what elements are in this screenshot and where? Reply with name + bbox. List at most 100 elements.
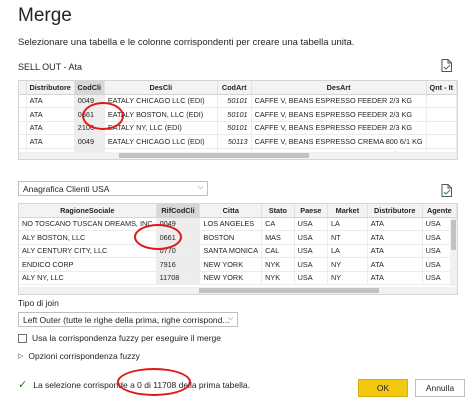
- cell: [426, 94, 457, 108]
- t1-header-descli[interactable]: DesCli: [104, 81, 218, 95]
- t2-header-rifcodcli[interactable]: RifCodCli: [156, 204, 201, 218]
- cell: USA: [294, 244, 328, 258]
- ok-button[interactable]: OK: [358, 379, 408, 397]
- table-row[interactable]: ATA 2106 EATALY NY, LLC (EDI) 50101 CAFF…: [19, 121, 457, 135]
- cell: [426, 107, 457, 122]
- cell: SANTA MONICA: [199, 244, 263, 258]
- cell: ALY NY, LLC: [19, 271, 157, 285]
- cell: CAFFE V, BEANS ESPRESSO FEEDER 2/3 KG: [251, 107, 427, 122]
- fuzzy-options-toggle[interactable]: ▷ Opzioni corrispondenza fuzzy: [18, 351, 140, 361]
- cell: 50101: [217, 121, 252, 135]
- cell: NYK: [261, 271, 295, 285]
- join-type-value: Left Outer (tutte le righe della prima, …: [23, 315, 230, 325]
- scroll-thumb[interactable]: [119, 153, 309, 158]
- cell: USA: [294, 257, 328, 272]
- cell: ATA: [367, 244, 423, 258]
- cell: MAS: [261, 230, 295, 245]
- t2-header-market[interactable]: Market: [327, 204, 368, 218]
- cell: ATA: [26, 94, 75, 108]
- table1: Distributore CodCli DesCli CodArt DesArt…: [19, 81, 457, 159]
- table2-vertical-scrollbar[interactable]: [450, 218, 457, 286]
- cell: BOSTON: [199, 230, 263, 245]
- table-select-dropdown[interactable]: Anagrafica Clienti USA ⌵: [18, 181, 208, 196]
- cell: NO TOSCANO TUSCAN DREAMS, INC: [19, 217, 157, 231]
- table-row[interactable]: ALY NY, LLC 11708 NEW YORK NYK USA NY AT…: [19, 271, 457, 285]
- match-status: ✓ La selezione corrisponde a 0 di 11708 …: [18, 378, 250, 391]
- cell: ENDICO CORP: [19, 257, 157, 272]
- t1-header-desart[interactable]: DesArt: [251, 81, 427, 95]
- cell: ATA: [367, 257, 423, 272]
- table2-grid[interactable]: RagioneSociale RifCodCli Citta Stato Pae…: [18, 203, 458, 295]
- table-row[interactable]: ATA 0049 EATALY CHICAGO LLC (EDI) 50113 …: [19, 134, 457, 149]
- t1-header-distributore[interactable]: Distributore: [26, 81, 75, 95]
- cell: LA: [327, 244, 368, 258]
- chevron-down-icon: ⌵: [227, 315, 233, 322]
- t2-header-paese[interactable]: Paese: [294, 204, 328, 218]
- cell: LOS ANGELES: [199, 217, 263, 231]
- cell: USA: [294, 230, 328, 245]
- table1-grid[interactable]: Distributore CodCli DesCli CodArt DesArt…: [18, 80, 458, 160]
- scroll-thumb[interactable]: [199, 288, 379, 293]
- cell: LA: [327, 217, 368, 231]
- cell: 2106: [74, 121, 105, 135]
- cancel-button[interactable]: Annulla: [415, 379, 465, 397]
- t1-header-codart[interactable]: CodArt: [217, 81, 252, 95]
- fuzzy-checkbox-label: Usa la corrispondenza fuzzy per eseguire…: [32, 333, 221, 343]
- scroll-thumb[interactable]: [451, 220, 456, 250]
- cell: ALY CENTURY CITY, LLC: [19, 244, 157, 258]
- table-row[interactable]: ATA 0661 EATALY BOSTON, LLC (EDI) 50101 …: [19, 107, 457, 122]
- t2-header-agente[interactable]: Agente: [422, 204, 457, 218]
- cell: EATALY BOSTON, LLC (EDI): [104, 107, 218, 122]
- cell: 7916: [156, 257, 201, 272]
- cell: 50113: [217, 134, 252, 149]
- table2-horizontal-scrollbar[interactable]: [19, 287, 457, 294]
- dialog-title: Merge: [18, 5, 72, 26]
- cell: ALY BOSTON, LLC: [19, 230, 157, 245]
- cell: ATA: [367, 230, 423, 245]
- cell: 0770: [156, 244, 201, 258]
- cell: NYK: [261, 257, 295, 272]
- file-preview-icon[interactable]: [441, 184, 452, 197]
- table-row[interactable]: NO TOSCANO TUSCAN DREAMS, INC 0049 LOS A…: [19, 217, 457, 231]
- cell: 50101: [217, 107, 252, 122]
- fuzzy-checkbox[interactable]: [18, 333, 27, 343]
- fuzzy-checkbox-row[interactable]: Usa la corrispondenza fuzzy per eseguire…: [18, 333, 221, 343]
- cell: 0049: [74, 94, 105, 108]
- table-row[interactable]: ALY CENTURY CITY, LLC 0770 SANTA MONICA …: [19, 244, 457, 258]
- table-row[interactable]: ENDICO CORP 7916 NEW YORK NYK USA NY ATA…: [19, 257, 457, 272]
- cell: NEW YORK: [199, 257, 263, 272]
- table1-horizontal-scrollbar[interactable]: [19, 152, 457, 159]
- t1-header-qnt[interactable]: Qnt - It: [426, 81, 457, 95]
- cell: CA: [261, 217, 295, 231]
- t1-header-0: [19, 81, 27, 95]
- check-icon: ✓: [18, 379, 28, 391]
- cell: [426, 134, 457, 149]
- t2-header-stato[interactable]: Stato: [261, 204, 295, 218]
- join-type-dropdown[interactable]: Left Outer (tutte le righe della prima, …: [18, 312, 238, 327]
- cell: CAFFE V, BEANS ESPRESSO CREMA 800 6/1 KG: [251, 134, 427, 149]
- cell: NY: [327, 257, 368, 272]
- table-row[interactable]: ALY BOSTON, LLC 0661 BOSTON MAS USA NT A…: [19, 230, 457, 245]
- cell: 0049: [156, 217, 201, 231]
- t2-header-distributore[interactable]: Distributore: [367, 204, 423, 218]
- t1-header-codcli[interactable]: CodCli: [74, 81, 105, 95]
- cell: 0049: [74, 134, 105, 149]
- t2-header-citta[interactable]: Citta: [199, 204, 263, 218]
- t2-header-ragionesociale[interactable]: RagioneSociale: [19, 204, 157, 218]
- cell: USA: [294, 271, 328, 285]
- table2: RagioneSociale RifCodCli Citta Stato Pae…: [19, 204, 457, 285]
- expand-triangle-icon: ▷: [18, 353, 24, 360]
- table1-label: SELL OUT - Ata: [18, 62, 83, 72]
- cell: 0661: [156, 230, 201, 245]
- cell: 50101: [217, 94, 252, 108]
- cell: 11708: [156, 271, 201, 285]
- table-row[interactable]: ATA 0049 EATALY CHICAGO LLC (EDI) 50101 …: [19, 94, 457, 108]
- cell: ATA: [26, 121, 75, 135]
- file-preview-icon[interactable]: [441, 59, 452, 72]
- cell: 0661: [74, 107, 105, 122]
- cell: EATALY NY, LLC (EDI): [104, 121, 218, 135]
- cell: ATA: [367, 217, 423, 231]
- cell: EATALY CHICAGO LLC (EDI): [104, 134, 218, 149]
- cell: NEW YORK: [199, 271, 263, 285]
- cell: NT: [327, 230, 368, 245]
